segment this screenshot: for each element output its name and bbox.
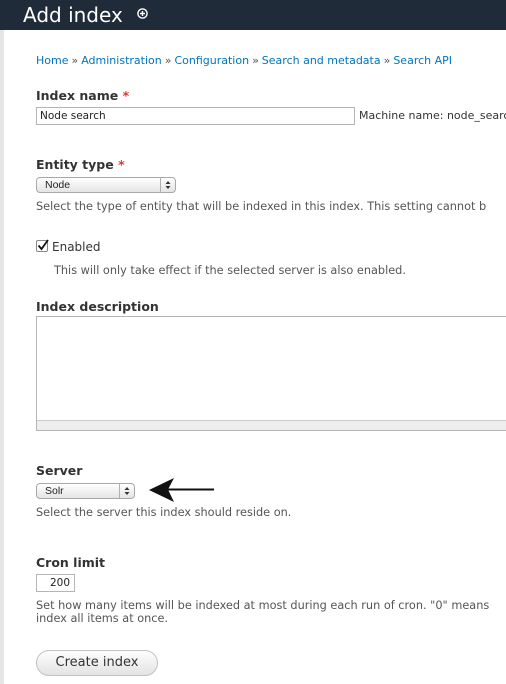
pointer-arrow-icon bbox=[149, 478, 214, 502]
index-name-input[interactable]: Node search bbox=[36, 107, 355, 125]
resize-grip[interactable] bbox=[37, 420, 506, 430]
server-description: Select the server this index should resi… bbox=[36, 506, 292, 519]
breadcrumb-administration[interactable]: Administration bbox=[81, 54, 162, 67]
enabled-description: This will only take effect if the select… bbox=[54, 264, 406, 277]
cron-limit-label: Cron limit bbox=[36, 555, 106, 570]
index-description-textarea[interactable] bbox=[36, 316, 506, 431]
enabled-label[interactable]: Enabled bbox=[52, 240, 101, 254]
breadcrumb-search-api[interactable]: Search API bbox=[393, 54, 452, 67]
index-name-label: Index name * bbox=[36, 88, 129, 103]
required-marker: * bbox=[122, 88, 130, 103]
breadcrumb-separator: » bbox=[252, 54, 259, 67]
entity-type-select[interactable]: Node bbox=[36, 177, 176, 193]
breadcrumb-separator: » bbox=[164, 54, 172, 67]
entity-type-label: Entity type * bbox=[36, 157, 125, 172]
select-arrows-icon bbox=[160, 178, 171, 192]
server-label: Server bbox=[36, 463, 83, 478]
machine-name-text: Machine name: node_search bbox=[359, 109, 506, 122]
cron-limit-description-line1: Set how many items will be indexed at mo… bbox=[36, 599, 490, 612]
server-selected-value: Solr bbox=[45, 485, 64, 497]
select-arrows-icon bbox=[119, 484, 130, 498]
entity-type-selected-value: Node bbox=[45, 179, 71, 191]
title-bar: Add index bbox=[0, 0, 506, 30]
breadcrumb-configuration[interactable]: Configuration bbox=[174, 54, 249, 67]
page-title: Add index bbox=[23, 3, 123, 27]
breadcrumb-separator: » bbox=[71, 54, 79, 67]
entity-type-description: Select the type of entity that will be i… bbox=[36, 200, 487, 213]
checkmark-icon bbox=[37, 239, 49, 251]
left-edge bbox=[0, 30, 4, 684]
cron-limit-input[interactable]: 200 bbox=[36, 574, 75, 592]
server-select[interactable]: Solr bbox=[36, 483, 135, 499]
entity-type-label-text: Entity type bbox=[36, 157, 114, 172]
breadcrumb-search-metadata[interactable]: Search and metadata bbox=[262, 54, 381, 67]
breadcrumb-home[interactable]: Home bbox=[36, 54, 68, 67]
required-marker: * bbox=[118, 157, 125, 172]
cron-limit-description-line2: index all items at once. bbox=[36, 612, 169, 625]
create-index-button[interactable]: Create index bbox=[36, 650, 158, 676]
shortcut-add-icon[interactable] bbox=[137, 8, 148, 19]
enabled-checkbox[interactable] bbox=[36, 239, 49, 252]
index-description-label: Index description bbox=[36, 299, 159, 314]
breadcrumb: Home» Administration» Configuration» Search… bbox=[36, 54, 452, 67]
index-name-label-text: Index name bbox=[36, 88, 119, 103]
breadcrumb-separator: » bbox=[383, 54, 391, 67]
